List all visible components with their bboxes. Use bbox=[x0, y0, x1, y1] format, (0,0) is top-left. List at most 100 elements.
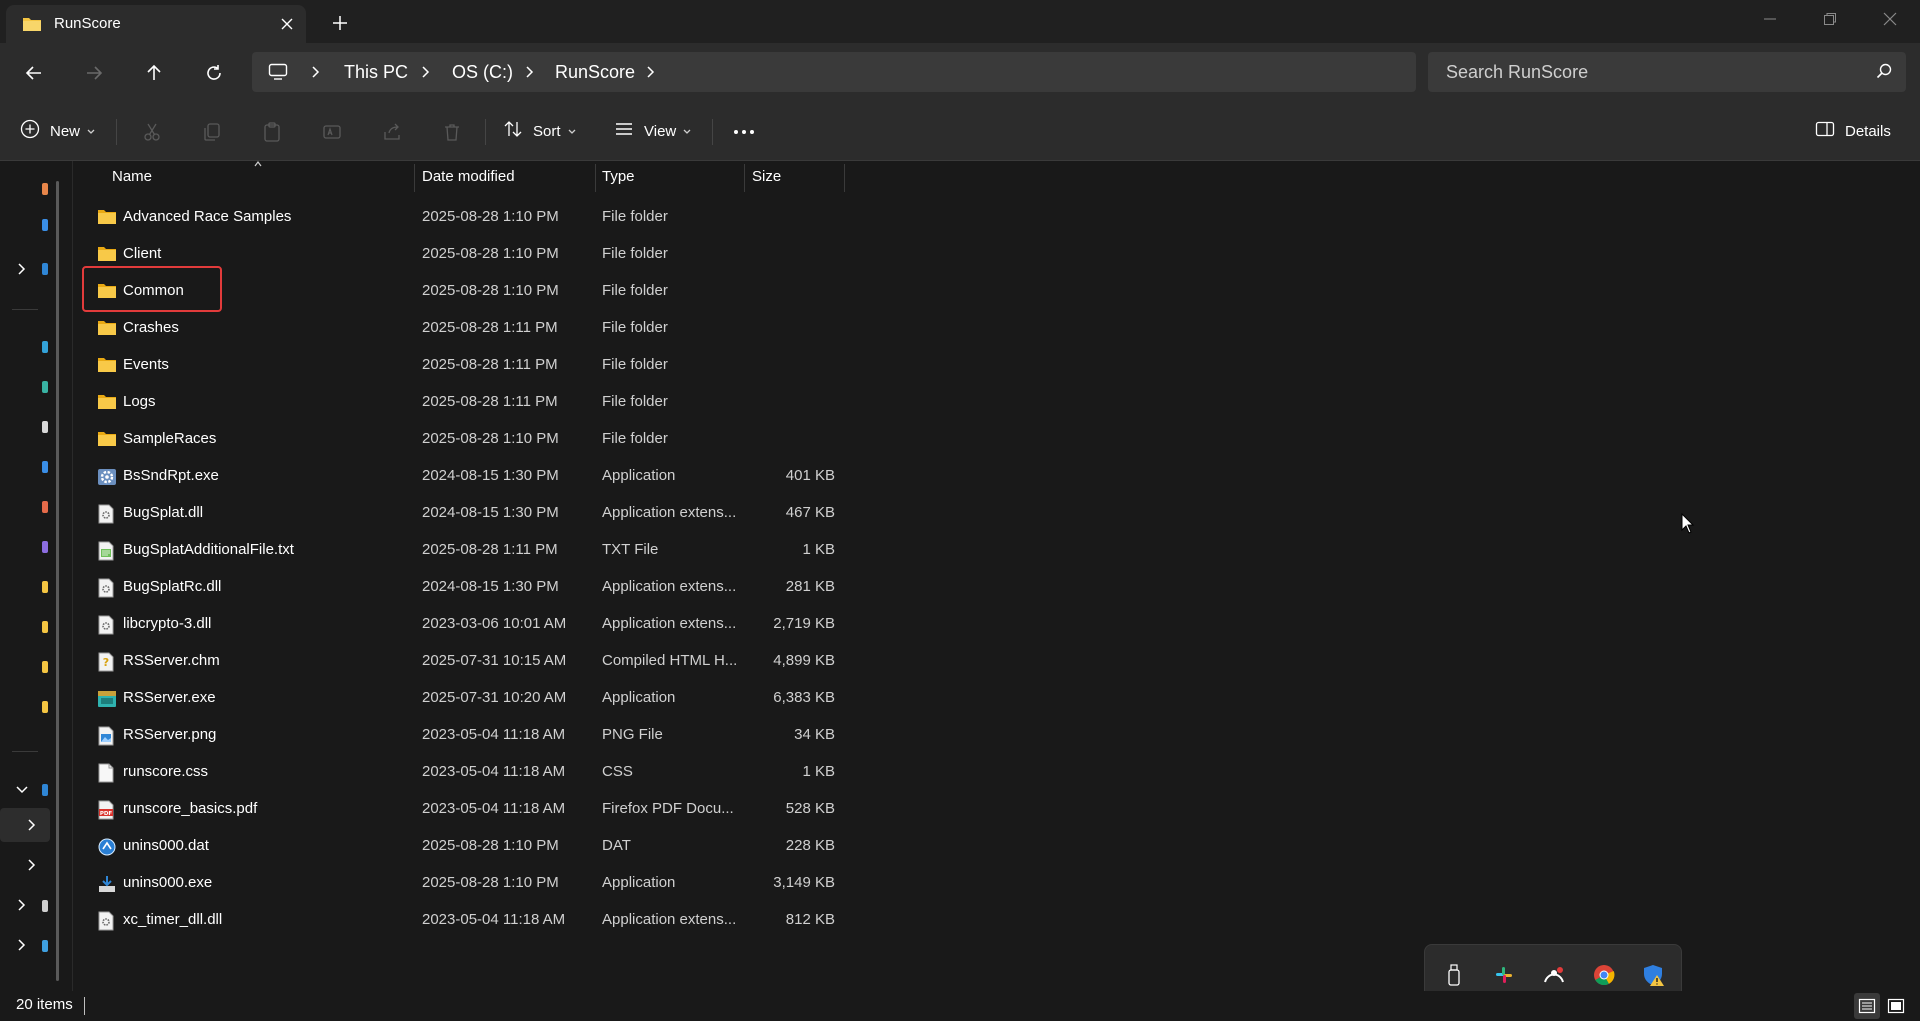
search-input[interactable]: Search RunScore bbox=[1428, 52, 1906, 92]
delete-icon[interactable] bbox=[439, 119, 465, 145]
chrome-icon[interactable] bbox=[1591, 962, 1617, 988]
folder-icon bbox=[97, 430, 117, 450]
large-icons-view-button[interactable] bbox=[1883, 993, 1909, 1019]
nav-item-icon[interactable] bbox=[42, 661, 48, 673]
svg-text:?: ? bbox=[103, 656, 109, 669]
file-size: 228 KB bbox=[785, 837, 835, 854]
paste-icon[interactable] bbox=[259, 119, 285, 145]
view-button[interactable]: View bbox=[614, 115, 692, 147]
list-item[interactable]: libcrypto-3.dll 2023-03-06 10:01 AM Applic… bbox=[86, 606, 846, 643]
sort-button[interactable]: Sort bbox=[503, 115, 577, 147]
nav-item-icon[interactable] bbox=[42, 263, 48, 275]
column-divider[interactable] bbox=[744, 164, 745, 192]
file-size: 401 KB bbox=[785, 467, 835, 484]
nav-item-icon[interactable] bbox=[42, 341, 48, 353]
breadcrumb-this-pc[interactable]: This PC bbox=[344, 62, 408, 83]
list-item[interactable]: PDF runscore_basics.pdf 2023-05-04 11:18 A… bbox=[86, 791, 846, 828]
nav-item-icon[interactable] bbox=[42, 900, 48, 912]
column-header-date[interactable]: Date modified bbox=[422, 168, 515, 196]
list-item[interactable]: BsSndRpt.exe 2024-08-15 1:30 PM Applicatio… bbox=[86, 458, 846, 495]
address-bar[interactable]: This PC OS (C:) RunScore bbox=[252, 52, 1416, 92]
nav-item-icon[interactable] bbox=[42, 621, 48, 633]
file-type: Application bbox=[602, 689, 676, 706]
file-size: 812 KB bbox=[785, 911, 835, 928]
column-divider[interactable] bbox=[595, 164, 596, 192]
column-header-name[interactable]: Name bbox=[112, 168, 152, 196]
chevron-right-icon[interactable] bbox=[12, 895, 32, 915]
column-divider[interactable] bbox=[414, 164, 415, 192]
file-type: File folder bbox=[602, 430, 668, 447]
list-item[interactable]: Logs 2025-08-28 1:11 PM File folder bbox=[86, 384, 846, 421]
list-item[interactable]: unins000.dat 2025-08-28 1:10 PM DAT 228 KB bbox=[86, 828, 846, 865]
breadcrumb-runscore[interactable]: RunScore bbox=[555, 62, 635, 83]
list-item[interactable]: ? RSServer.chm 2025-07-31 10:15 AM Compiled… bbox=[86, 643, 846, 680]
forward-button[interactable] bbox=[76, 55, 112, 91]
slack-icon[interactable] bbox=[1491, 962, 1517, 988]
nav-scrollbar[interactable] bbox=[56, 181, 59, 981]
nav-item-icon[interactable] bbox=[42, 183, 48, 195]
network-sync-icon[interactable] bbox=[1541, 962, 1567, 988]
up-button[interactable] bbox=[136, 55, 172, 91]
tab-runscore[interactable]: RunScore bbox=[6, 5, 306, 43]
usb-drive-icon[interactable] bbox=[1441, 962, 1467, 988]
svg-text:PDF: PDF bbox=[100, 811, 113, 817]
chevron-right-icon[interactable] bbox=[12, 935, 32, 955]
nav-item-icon[interactable] bbox=[42, 461, 48, 473]
breadcrumb-os-c[interactable]: OS (C:) bbox=[452, 62, 513, 83]
chevron-right-icon[interactable] bbox=[646, 65, 656, 83]
search-icon[interactable] bbox=[1876, 63, 1892, 83]
details-view-button[interactable] bbox=[1854, 993, 1880, 1019]
chevron-right-icon[interactable] bbox=[12, 259, 32, 279]
share-icon[interactable] bbox=[379, 119, 405, 145]
rename-icon[interactable] bbox=[319, 119, 345, 145]
nav-item-icon[interactable] bbox=[42, 784, 48, 796]
nav-item-icon[interactable] bbox=[42, 701, 48, 713]
file-type: CSS bbox=[602, 763, 633, 780]
nav-item-icon[interactable] bbox=[42, 581, 48, 593]
file-name: runscore.css bbox=[123, 763, 209, 780]
chevron-down-icon[interactable] bbox=[12, 780, 32, 800]
list-item[interactable]: BugSplatRc.dll 2024-08-15 1:30 PM Applicat… bbox=[86, 569, 846, 606]
list-item[interactable]: Advanced Race Samples 2025-08-28 1:10 PM F… bbox=[86, 199, 846, 236]
file-type: Application bbox=[602, 467, 676, 484]
close-icon[interactable] bbox=[274, 11, 300, 37]
list-item[interactable]: unins000.exe 2025-08-28 1:10 PM Applicatio… bbox=[86, 865, 846, 902]
minimize-button[interactable] bbox=[1740, 0, 1800, 38]
file-name: SampleRaces bbox=[123, 430, 217, 447]
copy-icon[interactable] bbox=[199, 119, 225, 145]
refresh-button[interactable] bbox=[196, 55, 232, 91]
nav-item-icon[interactable] bbox=[42, 421, 48, 433]
nav-item-icon[interactable] bbox=[42, 501, 48, 513]
security-warning-icon[interactable] bbox=[1641, 962, 1667, 988]
nav-item-icon[interactable] bbox=[42, 940, 48, 952]
file-name: BugSplat.dll bbox=[123, 504, 204, 521]
back-button[interactable] bbox=[16, 55, 52, 91]
list-item[interactable]: SampleRaces 2025-08-28 1:10 PM File folder bbox=[86, 421, 846, 458]
new-tab-button[interactable] bbox=[324, 8, 356, 38]
chevron-right-icon[interactable] bbox=[22, 815, 42, 835]
window-close-button[interactable] bbox=[1860, 0, 1920, 38]
list-item[interactable]: BugSplatAdditionalFile.txt 2025-08-28 1:1… bbox=[86, 532, 846, 569]
folder-icon bbox=[97, 319, 117, 339]
list-item[interactable]: xc_timer_dll.dll 2023-05-04 11:18 AM Appli… bbox=[86, 902, 846, 939]
list-item[interactable]: Crashes 2025-08-28 1:11 PM File folder bbox=[86, 310, 846, 347]
nav-item-icon[interactable] bbox=[42, 219, 48, 231]
nav-item-icon[interactable] bbox=[42, 381, 48, 393]
list-item[interactable]: Events 2025-08-28 1:11 PM File folder bbox=[86, 347, 846, 384]
nav-item-icon[interactable] bbox=[42, 541, 48, 553]
txt-icon bbox=[97, 541, 117, 561]
pane-splitter[interactable] bbox=[72, 161, 73, 991]
details-button[interactable]: Details bbox=[1815, 115, 1891, 147]
new-button[interactable]: New bbox=[20, 115, 96, 147]
more-options-icon[interactable] bbox=[731, 119, 757, 145]
restore-button[interactable] bbox=[1800, 0, 1860, 38]
column-header-size[interactable]: Size bbox=[752, 168, 781, 196]
list-item[interactable]: RSServer.exe 2025-07-31 10:20 AM Applicati… bbox=[86, 680, 846, 717]
list-item[interactable]: RSServer.png 2023-05-04 11:18 AM PNG File 3… bbox=[86, 717, 846, 754]
list-item[interactable]: runscore.css 2023-05-04 11:18 AM CSS 1 KB bbox=[86, 754, 846, 791]
list-item[interactable]: BugSplat.dll 2024-08-15 1:30 PM Applicatio… bbox=[86, 495, 846, 532]
column-header-type[interactable]: Type bbox=[602, 168, 635, 196]
cut-icon[interactable] bbox=[139, 119, 165, 145]
column-divider[interactable] bbox=[844, 164, 845, 192]
chevron-right-icon[interactable] bbox=[22, 855, 42, 875]
